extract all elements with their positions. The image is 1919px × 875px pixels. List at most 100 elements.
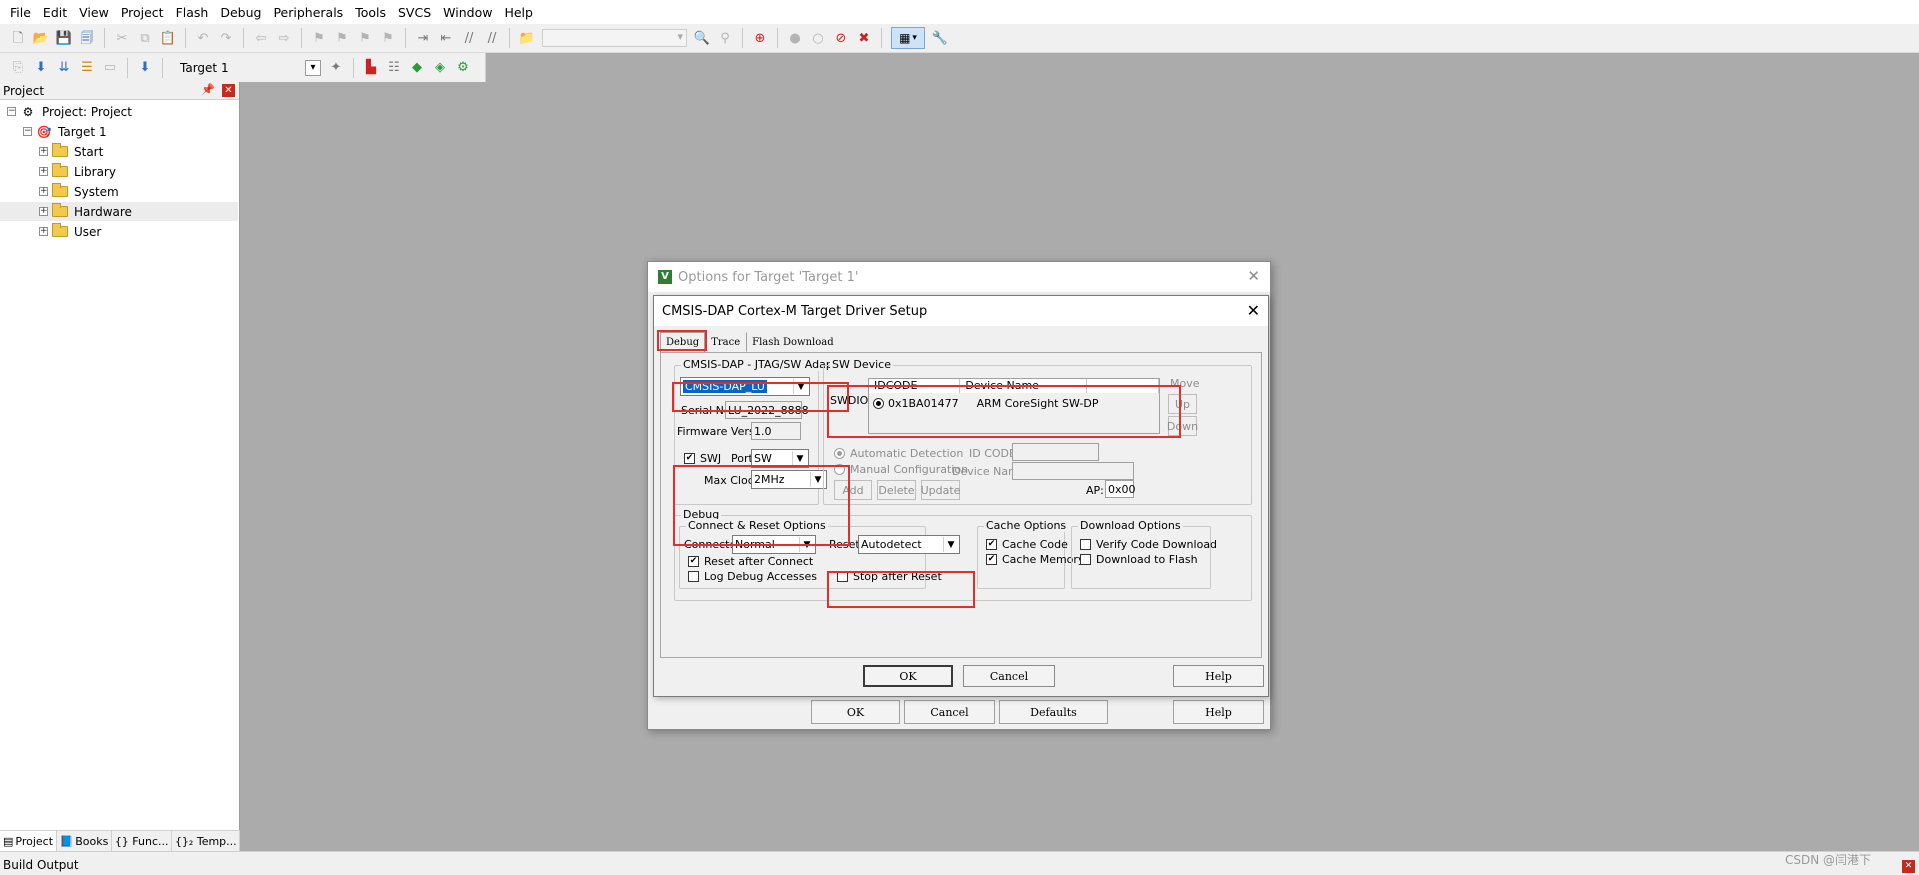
- reset-after-connect-checkbox[interactable]: ✔ Reset after Connect: [688, 555, 813, 568]
- help-button[interactable]: Help: [1173, 665, 1264, 687]
- stop-after-reset-checkbox[interactable]: Stop after Reset: [837, 570, 942, 583]
- save-all-icon[interactable]: 🗐: [79, 30, 95, 46]
- find-combo[interactable]: [542, 29, 687, 47]
- target-select[interactable]: Target 1 ▾: [178, 58, 321, 78]
- find-icon[interactable]: ⚲: [717, 30, 733, 46]
- down-button[interactable]: Down: [1167, 416, 1198, 436]
- menu-item-view[interactable]: View: [73, 5, 115, 20]
- delete-button[interactable]: Delete: [877, 480, 916, 500]
- panel-tab-project-tab[interactable]: ▤ Project: [0, 831, 57, 851]
- add-button[interactable]: Add: [834, 480, 872, 500]
- undo-icon[interactable]: ↶: [195, 30, 211, 46]
- breakpoint-icon[interactable]: ●: [787, 30, 803, 46]
- next-bookmark-icon[interactable]: ⚑: [357, 30, 373, 46]
- log-debug-accesses-checkbox[interactable]: Log Debug Accesses: [688, 570, 817, 583]
- window-layout-button[interactable]: ▦ ▾: [891, 27, 925, 49]
- redo-icon[interactable]: ↷: [218, 30, 234, 46]
- uncomment-icon[interactable]: //: [484, 30, 500, 46]
- cache-code-checkbox[interactable]: ✔ Cache Code: [986, 538, 1068, 551]
- panel-tab-templates[interactable]: {}₂ Temp...: [172, 831, 240, 851]
- tree-item[interactable]: + Hardware: [0, 202, 238, 221]
- close-icon[interactable]: ✕: [1247, 301, 1260, 320]
- device-name-column-header[interactable]: Device Name: [960, 379, 1088, 393]
- open-folder-icon[interactable]: 📂: [33, 30, 49, 46]
- outer-cancel-button[interactable]: Cancel: [904, 700, 995, 724]
- collapse-icon[interactable]: −: [7, 107, 16, 116]
- select-packs-icon[interactable]: ☷: [386, 60, 402, 76]
- serial-field[interactable]: LU_2022_8888: [725, 401, 809, 419]
- menu-item-project[interactable]: Project: [115, 5, 170, 20]
- port-select[interactable]: SW ▼: [751, 449, 809, 468]
- swj-checkbox[interactable]: ✔ SWJ: [684, 452, 721, 465]
- comment-icon[interactable]: //: [461, 30, 477, 46]
- batch-build-icon[interactable]: ☰: [79, 60, 95, 76]
- expand-icon[interactable]: +: [39, 147, 48, 156]
- close-icon[interactable]: ✕: [1902, 860, 1915, 873]
- tab-flash-download[interactable]: Flash Download: [746, 332, 839, 352]
- configure-icon[interactable]: 🔧: [932, 30, 948, 46]
- menu-item-debug[interactable]: Debug: [214, 5, 267, 20]
- build-icon[interactable]: ⬇: [33, 60, 49, 76]
- menu-item-peripherals[interactable]: Peripherals: [267, 5, 349, 20]
- prev-bookmark-icon[interactable]: ⚑: [334, 30, 350, 46]
- menu-item-svcs[interactable]: SVCS: [392, 5, 437, 20]
- copy-icon[interactable]: ⧉: [137, 30, 153, 46]
- outer-ok-button[interactable]: OK: [811, 700, 900, 724]
- update-button[interactable]: Update: [921, 480, 960, 500]
- menu-item-file[interactable]: File: [4, 5, 37, 20]
- back-icon[interactable]: ⇦: [253, 30, 269, 46]
- stop-build-icon[interactable]: ▭: [102, 60, 118, 76]
- id-code-field[interactable]: [1012, 443, 1099, 461]
- expand-icon[interactable]: +: [39, 167, 48, 176]
- new-file-icon[interactable]: 🗋: [10, 30, 26, 46]
- cancel-button[interactable]: Cancel: [963, 665, 1055, 687]
- verify-code-download-checkbox[interactable]: Verify Code Download: [1080, 538, 1217, 551]
- outer-help-button[interactable]: Help: [1173, 700, 1264, 724]
- tab-debug[interactable]: Debug: [660, 332, 706, 352]
- manual-configuration-radio[interactable]: Manual Configuration: [834, 463, 968, 476]
- expand-icon[interactable]: +: [39, 187, 48, 196]
- unindent-icon[interactable]: ⇤: [438, 30, 454, 46]
- device-name-field[interactable]: [1012, 462, 1134, 480]
- find-in-files-icon[interactable]: 📁: [519, 30, 535, 46]
- reset-select[interactable]: Autodetect ▼: [858, 535, 960, 554]
- translate-icon[interactable]: ⎘: [10, 60, 26, 76]
- connect-select[interactable]: Normal ▼: [732, 535, 816, 554]
- idcode-column-header[interactable]: IDCODE: [869, 379, 961, 393]
- expand-icon[interactable]: +: [39, 207, 48, 216]
- manage-run-time-icon[interactable]: ◈: [432, 60, 448, 76]
- panel-tab-books[interactable]: 📘 Books: [57, 831, 112, 851]
- tree-item[interactable]: + System: [0, 182, 238, 201]
- outer-defaults-button[interactable]: Defaults: [999, 700, 1108, 724]
- close-icon[interactable]: ✕: [222, 84, 235, 97]
- menu-item-window[interactable]: Window: [437, 5, 498, 20]
- disable-breakpoint-icon[interactable]: ○: [810, 30, 826, 46]
- bookmark-icon[interactable]: ⚑: [311, 30, 327, 46]
- rebuild-icon[interactable]: ⇊: [56, 60, 72, 76]
- save-icon[interactable]: 💾: [56, 30, 72, 46]
- manage-project-items-icon[interactable]: ▙: [363, 60, 379, 76]
- collapse-icon[interactable]: −: [23, 127, 32, 136]
- paste-icon[interactable]: 📋: [160, 30, 176, 46]
- pin-icon[interactable]: 📌: [201, 83, 215, 96]
- menu-item-tools[interactable]: Tools: [349, 5, 392, 20]
- disable-all-breakpoints-icon[interactable]: ⊘: [833, 30, 849, 46]
- tree-item[interactable]: + Library: [0, 162, 238, 181]
- debug-session-icon[interactable]: ⊕: [752, 30, 768, 46]
- tree-item[interactable]: − ⚙ Project: Project: [0, 102, 238, 121]
- max-clock-select[interactable]: 2MHz ▼: [751, 470, 827, 489]
- up-button[interactable]: Up: [1168, 394, 1197, 414]
- menu-item-help[interactable]: Help: [498, 5, 539, 20]
- menu-item-edit[interactable]: Edit: [37, 5, 73, 20]
- menu-item-flash[interactable]: Flash: [170, 5, 215, 20]
- forward-icon[interactable]: ⇨: [276, 30, 292, 46]
- incremental-find-icon[interactable]: 🔍: [694, 30, 710, 46]
- panel-tab-functions[interactable]: {} Func...: [112, 831, 172, 851]
- indent-icon[interactable]: ⇥: [415, 30, 431, 46]
- adapter-select[interactable]: CMSIS-DAP_LU ▼: [680, 377, 810, 396]
- pack-installer-icon[interactable]: ◆: [409, 60, 425, 76]
- cache-memory-checkbox[interactable]: ✔ Cache Memory: [986, 553, 1084, 566]
- ok-button[interactable]: OK: [863, 665, 953, 687]
- download-icon[interactable]: ⬇: [137, 60, 153, 76]
- ap-field[interactable]: 0x00: [1105, 480, 1136, 498]
